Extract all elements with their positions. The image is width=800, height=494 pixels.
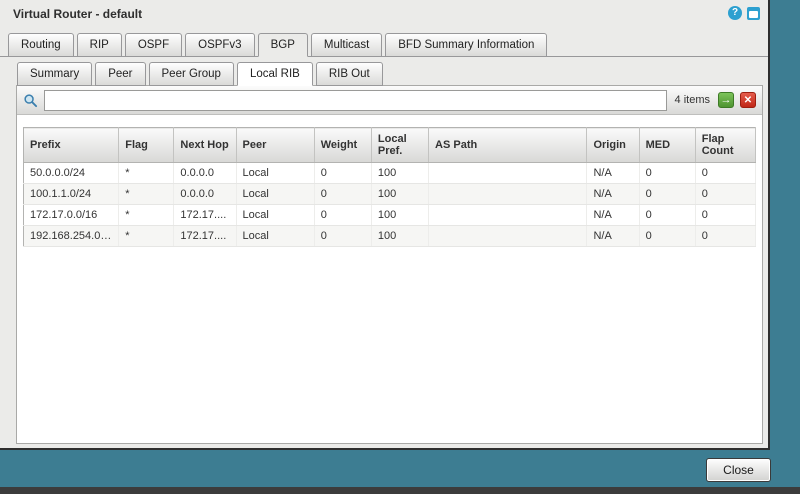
apply-filter-button[interactable]: →	[718, 92, 734, 108]
cell: Local	[236, 205, 314, 226]
tab-bfd-summary-information[interactable]: BFD Summary Information	[385, 33, 547, 57]
table-row: 192.168.254.0/24*172.17....Local0100N/A0…	[24, 226, 756, 247]
clear-filter-button[interactable]: ✕	[740, 92, 756, 108]
tab-bgp[interactable]: BGP	[258, 33, 308, 57]
column-header-flap-count[interactable]: Flap Count	[695, 128, 755, 163]
cell: N/A	[587, 184, 639, 205]
rib-table-body: 50.0.0.0/24*0.0.0.0Local0100N/A00100.1.1…	[24, 163, 756, 247]
column-header-as-path[interactable]: AS Path	[429, 128, 587, 163]
subtab-rib-out[interactable]: RIB Out	[316, 62, 383, 86]
cell: *	[119, 226, 174, 247]
tab-routing[interactable]: Routing	[8, 33, 74, 57]
tab-ospfv3[interactable]: OSPFv3	[185, 33, 254, 57]
cell: 0.0.0.0	[174, 163, 236, 184]
rib-table: PrefixFlagNext HopPeerWeightLocal Pref.A…	[23, 127, 756, 247]
column-header-prefix[interactable]: Prefix	[24, 128, 119, 163]
cell: 100	[371, 184, 428, 205]
table-row: 172.17.0.0/16*172.17....Local0100N/A00	[24, 205, 756, 226]
close-button[interactable]: Close	[706, 458, 771, 482]
column-header-flag[interactable]: Flag	[119, 128, 174, 163]
subtab-local-rib[interactable]: Local RIB	[237, 62, 313, 86]
cell: Local	[236, 226, 314, 247]
window-bottom-edge	[0, 487, 800, 494]
cell	[429, 205, 587, 226]
tab-ospf[interactable]: OSPF	[125, 33, 182, 57]
cell: 0	[695, 226, 755, 247]
cell: 0	[695, 205, 755, 226]
cell: Local	[236, 163, 314, 184]
cell: 100	[371, 163, 428, 184]
cell: 172.17....	[174, 205, 236, 226]
column-header-weight[interactable]: Weight	[314, 128, 371, 163]
cell	[429, 184, 587, 205]
cell: *	[119, 163, 174, 184]
local-rib-panel: 4 items → ✕ PrefixFlagNext HopPeerWeight…	[16, 85, 763, 444]
subtab-peer[interactable]: Peer	[95, 62, 145, 86]
cell: 0	[314, 205, 371, 226]
column-header-med[interactable]: MED	[639, 128, 695, 163]
tab-multicast[interactable]: Multicast	[311, 33, 382, 57]
item-count-label: 4 items	[673, 94, 712, 106]
dialog-title: Virtual Router - default	[13, 7, 142, 21]
tab-rip[interactable]: RIP	[77, 33, 122, 57]
cell: *	[119, 184, 174, 205]
subtab-summary[interactable]: Summary	[17, 62, 92, 86]
prefix-link[interactable]: 172.17.0.0/16	[24, 205, 119, 226]
virtual-router-dialog: Virtual Router - default ? RoutingRIPOSP…	[0, 0, 770, 450]
cell: 0	[695, 163, 755, 184]
filter-bar: 4 items → ✕	[17, 86, 762, 115]
cell: N/A	[587, 163, 639, 184]
cell: 0	[314, 226, 371, 247]
prefix-link[interactable]: 50.0.0.0/24	[24, 163, 119, 184]
search-icon	[23, 93, 38, 108]
cell: N/A	[587, 226, 639, 247]
prefix-link[interactable]: 100.1.1.0/24	[24, 184, 119, 205]
rib-header-row: PrefixFlagNext HopPeerWeightLocal Pref.A…	[24, 128, 756, 163]
cell: 0	[314, 163, 371, 184]
cell: *	[119, 205, 174, 226]
prefix-link[interactable]: 192.168.254.0/24	[24, 226, 119, 247]
cell: 172.17....	[174, 226, 236, 247]
table-row: 50.0.0.0/24*0.0.0.0Local0100N/A00	[24, 163, 756, 184]
cell: 0.0.0.0	[174, 184, 236, 205]
column-header-origin[interactable]: Origin	[587, 128, 639, 163]
cell: 0	[639, 184, 695, 205]
subtab-peer-group[interactable]: Peer Group	[149, 62, 234, 86]
column-header-peer[interactable]: Peer	[236, 128, 314, 163]
cell: 100	[371, 205, 428, 226]
help-icon[interactable]: ?	[728, 6, 742, 20]
cell: 0	[639, 205, 695, 226]
cell: 100	[371, 226, 428, 247]
column-header-next-hop[interactable]: Next Hop	[174, 128, 236, 163]
column-header-local-pref[interactable]: Local Pref.	[371, 128, 428, 163]
cell: 0	[695, 184, 755, 205]
cell: 0	[639, 163, 695, 184]
filter-search-input[interactable]	[44, 90, 667, 111]
titlebar-icons: ?	[728, 6, 760, 20]
cell	[429, 163, 587, 184]
cell: 0	[314, 184, 371, 205]
cell: 0	[639, 226, 695, 247]
sub-tab-strip: SummaryPeerPeer GroupLocal RIBRIB Out	[16, 59, 764, 86]
window-icon[interactable]	[747, 7, 760, 20]
table-row: 100.1.1.0/24*0.0.0.0Local0100N/A00	[24, 184, 756, 205]
cell: N/A	[587, 205, 639, 226]
dialog-titlebar: Virtual Router - default ?	[0, 0, 768, 28]
main-tab-strip: RoutingRIPOSPFOSPFv3BGPMulticastBFD Summ…	[0, 30, 768, 57]
cell	[429, 226, 587, 247]
rib-table-wrap: PrefixFlagNext HopPeerWeightLocal Pref.A…	[23, 127, 756, 247]
cell: Local	[236, 184, 314, 205]
